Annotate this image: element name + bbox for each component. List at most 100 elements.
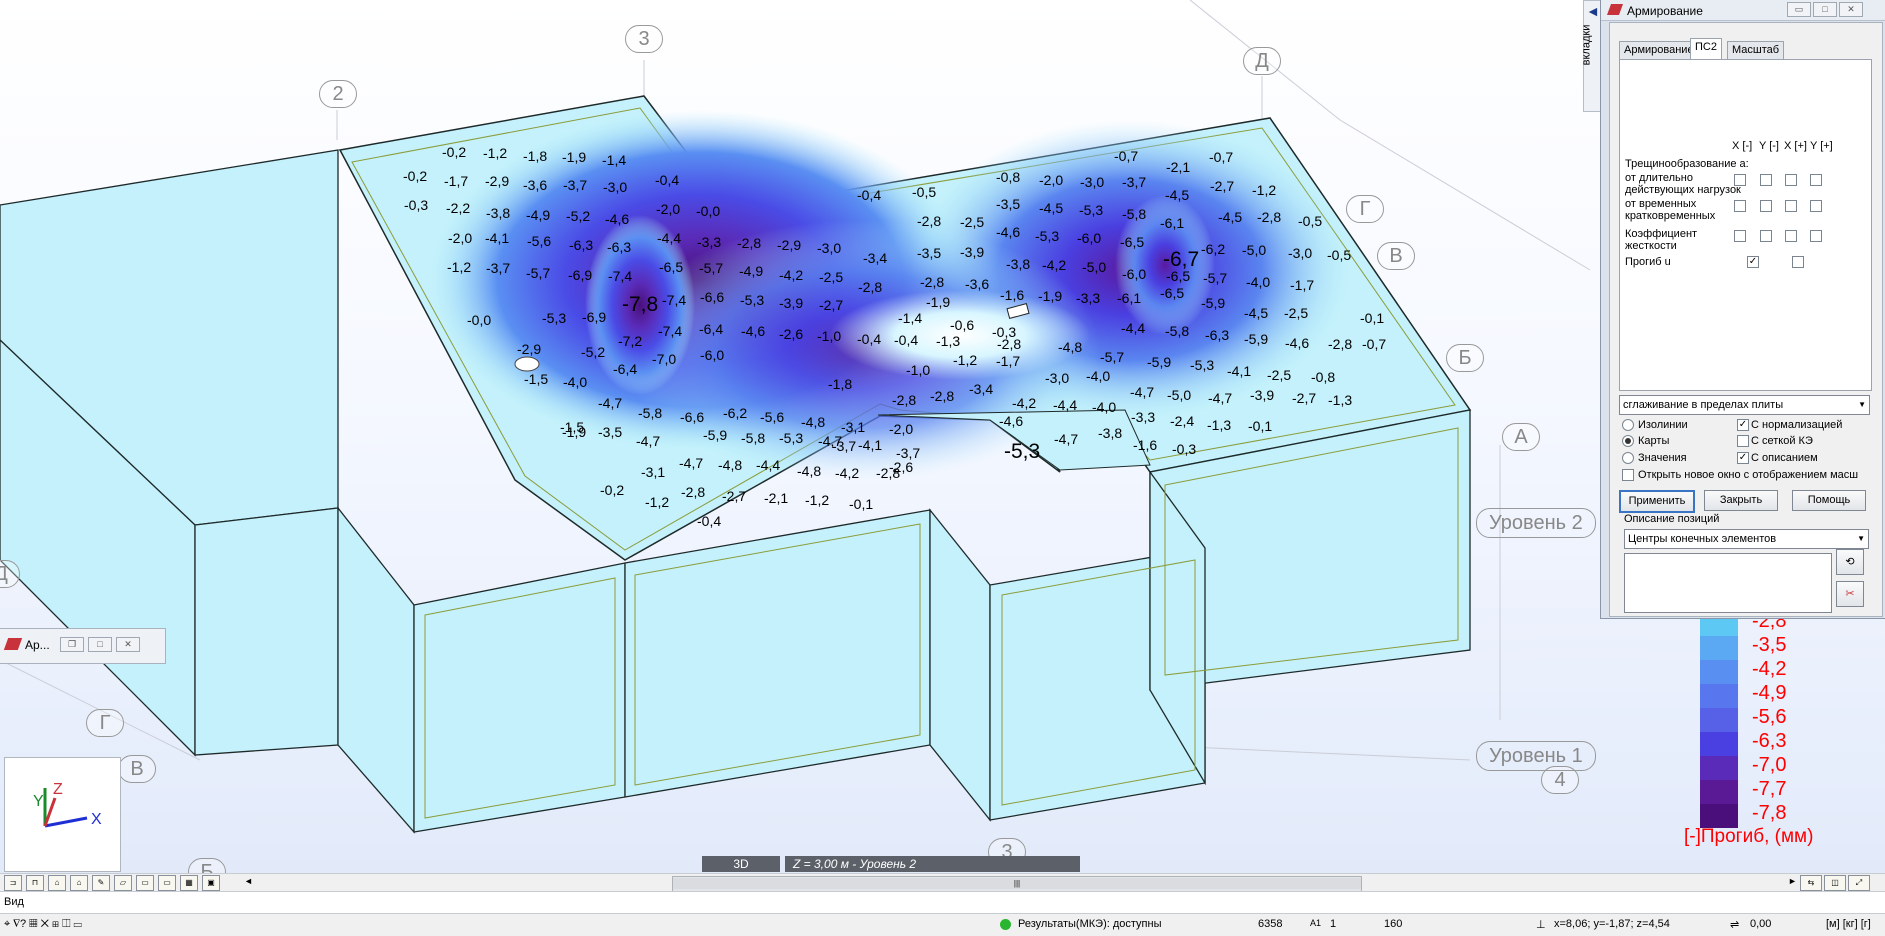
chk-stiff-xp[interactable] xyxy=(1785,230,1797,242)
contour-value: -3,7 xyxy=(832,438,856,454)
chk-stiff-xm[interactable] xyxy=(1734,230,1746,242)
chk-stiff-yp[interactable] xyxy=(1810,230,1822,242)
contour-value: -4,6 xyxy=(999,413,1023,429)
contour-value: -0,5 xyxy=(1327,247,1351,263)
contour-value: -4,1 xyxy=(858,437,882,453)
contour-value: -4,7 xyxy=(636,433,660,449)
contour-value: -3,3 xyxy=(697,234,721,250)
chk-short-xp[interactable] xyxy=(1785,200,1797,212)
positions-text-area[interactable] xyxy=(1624,553,1832,613)
toolbar-icon-4[interactable]: ⌂ xyxy=(70,875,88,891)
restore-button[interactable]: ❐ xyxy=(60,637,84,652)
view-bar[interactable]: 3D Z = 3,00 м - Уровень 2 xyxy=(700,856,1080,873)
toolbar-icon-2[interactable]: ⊓ xyxy=(26,875,44,891)
armirovanie-icon xyxy=(3,638,23,650)
chk-normalization[interactable]: ✓ xyxy=(1737,419,1749,431)
view-mode-3d[interactable]: 3D xyxy=(702,856,780,872)
apply-button[interactable]: Применить xyxy=(1619,490,1695,513)
contour-value: -0,8 xyxy=(996,169,1020,185)
contour-value: -4,1 xyxy=(485,230,509,246)
col-x-plus: X [+] xyxy=(1784,140,1807,152)
panel-minimize-button[interactable]: ▭ xyxy=(1787,2,1811,17)
view-icon[interactable]: ◫ xyxy=(1824,875,1846,891)
chk-stiff-ym[interactable] xyxy=(1760,230,1772,242)
legend-value: -5,6 xyxy=(1752,706,1787,728)
status-a1: A1 xyxy=(1310,918,1322,928)
scroll-right-arrow-icon[interactable]: ► xyxy=(1788,876,1797,886)
contour-value: -6,5 xyxy=(1166,268,1190,284)
scroll-left-arrow-icon[interactable]: ◄ xyxy=(244,876,253,886)
chk-short-ym[interactable] xyxy=(1760,200,1772,212)
positions-select[interactable]: Центры конечных элементов xyxy=(1624,529,1869,549)
chk-deflection-2[interactable] xyxy=(1792,256,1804,268)
contour-value: -0,4 xyxy=(697,513,721,529)
tab-masshtab[interactable]: Масштаб xyxy=(1727,41,1785,59)
contour-value: -3,1 xyxy=(841,419,865,435)
chk-description[interactable]: ✓ xyxy=(1737,452,1749,464)
contour-value: -2,9 xyxy=(517,341,541,357)
scroll-thumb[interactable]: ||| xyxy=(673,878,1361,889)
element-count: 6358 xyxy=(1258,918,1283,930)
snap-icons[interactable]: ⌖ ∇? ▦ ✕ ⊞ ◫ ▭ xyxy=(4,918,82,931)
command-line[interactable]: Вид xyxy=(0,891,1885,914)
refresh-icon[interactable]: ⟲ xyxy=(1836,549,1864,575)
radio-maps[interactable] xyxy=(1622,435,1634,447)
minimized-window[interactable]: Ар... ❐ □ ✕ xyxy=(0,628,166,664)
chk-long-ym[interactable] xyxy=(1760,174,1772,186)
maximize-button[interactable]: □ xyxy=(88,637,112,652)
axes-icon: X Y Z xyxy=(33,781,102,828)
chk-deflection-1[interactable]: ✓ xyxy=(1747,256,1759,268)
close-panel-button[interactable]: Закрыть xyxy=(1704,490,1778,511)
level-selector[interactable]: Z = 3,00 м - Уровень 2 xyxy=(785,856,1080,872)
back-arrow-icon[interactable]: ◄ xyxy=(1586,3,1600,19)
smoothing-select[interactable]: сглаживание в пределах плиты xyxy=(1619,395,1870,415)
tab-ps2[interactable]: ПС2 xyxy=(1690,38,1722,60)
contour-value: -3,6 xyxy=(523,177,547,193)
contour-value: -1,4 xyxy=(898,310,922,326)
radio-isolines[interactable] xyxy=(1622,419,1634,431)
contour-value: -0,4 xyxy=(857,187,881,203)
contour-value: -4,6 xyxy=(1285,335,1309,351)
pin-icon[interactable]: ⇆ xyxy=(1800,875,1822,891)
toolbar-icon-1[interactable]: ⊐ xyxy=(4,875,22,891)
contour-value: -1,7 xyxy=(444,173,468,189)
radio-values[interactable] xyxy=(1622,452,1634,464)
tools-icon[interactable]: ✂ xyxy=(1836,581,1864,607)
reinforcement-panel[interactable]: Армирование ▭ □ ✕ Армирование ПС2 Масшта… xyxy=(1600,0,1885,619)
horizontal-scrollbar[interactable]: ||| xyxy=(672,876,1362,892)
tab-armirovanie[interactable]: Армирование xyxy=(1619,41,1699,59)
close-button[interactable]: ✕ xyxy=(116,637,140,652)
panel-close-button[interactable]: ✕ xyxy=(1839,2,1863,17)
chk-long-xp[interactable] xyxy=(1785,174,1797,186)
legend-swatch xyxy=(1700,660,1738,684)
grid-axis-2: 2 xyxy=(319,80,357,108)
contour-value: -4,4 xyxy=(1121,320,1145,336)
layers-icon[interactable]: ⤢ xyxy=(1848,875,1870,891)
toolbar-icon-9[interactable]: ▦ xyxy=(180,875,198,891)
toolbar-icon-6[interactable]: ▱ xyxy=(114,875,132,891)
contour-value: -2,6 xyxy=(889,459,913,475)
chk-long-yp[interactable] xyxy=(1810,174,1822,186)
chk-long-xm[interactable] xyxy=(1734,174,1746,186)
contour-value: -4,4 xyxy=(756,457,780,473)
panel-maximize-button[interactable]: □ xyxy=(1813,2,1837,17)
chk-fe-grid[interactable] xyxy=(1737,435,1749,447)
chk-short-yp[interactable] xyxy=(1810,200,1822,212)
side-tabs-strip[interactable]: ◄ вкладки xyxy=(1580,0,1601,112)
legend-value: -6,3 xyxy=(1752,730,1787,752)
toolbar-icon-7[interactable]: ▭ xyxy=(136,875,154,891)
contour-value: -7,8 xyxy=(622,293,658,316)
toolbar-icon-3[interactable]: ⌂ xyxy=(48,875,66,891)
contour-value: -5,9 xyxy=(1201,295,1225,311)
chk-new-window[interactable] xyxy=(1622,469,1634,481)
legend-swatch xyxy=(1700,684,1738,708)
contour-value: -0,1 xyxy=(1360,310,1384,326)
contour-value: -5,3 xyxy=(1004,440,1040,463)
toolbar-icon-8[interactable]: ▭ xyxy=(158,875,176,891)
toolbar-icon-5[interactable]: ✎ xyxy=(92,875,110,891)
toolbar-icon-10[interactable]: ▣ xyxy=(202,875,220,891)
contour-value: -5,2 xyxy=(566,208,590,224)
help-button[interactable]: Помощь xyxy=(1792,490,1866,511)
contour-value: -0,3 xyxy=(1172,441,1196,457)
chk-short-xm[interactable] xyxy=(1734,200,1746,212)
